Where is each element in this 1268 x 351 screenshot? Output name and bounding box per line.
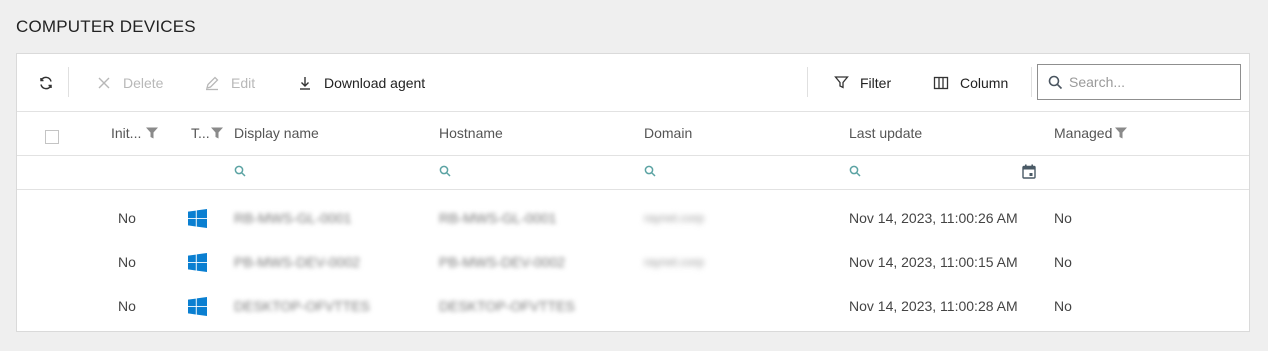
calendar-icon[interactable] [1022, 164, 1036, 179]
download-agent-button[interactable]: Download agent [296, 54, 425, 111]
last-update-cell: Nov 14, 2023, 11:00:26 AM [849, 210, 1018, 226]
last-update-cell: Nov 14, 2023, 11:00:15 AM [849, 254, 1018, 270]
hostname-cell: PB-MWS-DEV-0002 [439, 254, 566, 270]
init-cell: No [118, 298, 136, 314]
windows-icon [188, 196, 207, 240]
edit-label: Edit [231, 74, 256, 91]
filter-icon[interactable] [210, 126, 224, 140]
edit-button[interactable]: Edit [203, 54, 255, 111]
refresh-icon [37, 74, 55, 92]
download-icon [296, 74, 314, 92]
search-icon[interactable] [234, 165, 246, 177]
column-header-managed[interactable]: Managed [1054, 111, 1128, 155]
managed-cell: No [1054, 298, 1072, 314]
table-row[interactable]: No RB-MWS-GL-0001 RB-MWS-GL-0001 raynet.… [17, 196, 1249, 240]
columns-icon [932, 74, 950, 92]
column-button[interactable]: Column [932, 54, 1008, 111]
toolbar: Delete Edit Download agent Filter Column… [17, 54, 1249, 112]
column-header-label: Last update [849, 125, 923, 141]
column-header-type[interactable]: T... [191, 111, 224, 155]
hostname-cell: RB-MWS-GL-0001 [439, 210, 557, 226]
domain-cell: raynet.corp [644, 211, 705, 225]
filter-icon[interactable] [145, 126, 159, 140]
search-icon[interactable] [439, 165, 451, 177]
init-cell: No [118, 254, 136, 270]
column-header-label: Init... [111, 125, 142, 141]
column-filter-row [17, 155, 1249, 190]
managed-cell: No [1054, 254, 1072, 270]
toolbar-divider [1031, 67, 1032, 97]
column-header-label: Managed [1054, 125, 1113, 141]
pencil-icon [203, 74, 221, 92]
hostname-cell: DESKTOP-OFVTTES [439, 298, 575, 314]
search-icon[interactable] [849, 165, 861, 177]
display-name-cell: DESKTOP-OFVTTES [234, 298, 370, 314]
display-name-cell: PB-MWS-DEV-0002 [234, 254, 361, 270]
init-cell: No [118, 210, 136, 226]
table-row[interactable]: No DESKTOP-OFVTTES DESKTOP-OFVTTES Nov 1… [17, 284, 1249, 328]
search-icon [1048, 75, 1063, 90]
devices-panel: Delete Edit Download agent Filter Column… [16, 53, 1250, 332]
windows-icon [188, 240, 207, 284]
column-header-init[interactable]: Init... [111, 111, 159, 155]
search-icon[interactable] [644, 165, 656, 177]
display-name-cell: RB-MWS-GL-0001 [234, 210, 352, 226]
column-header-hostname[interactable]: Hostname [439, 111, 503, 155]
toolbar-divider [807, 67, 808, 97]
toolbar-divider [68, 67, 69, 97]
filter-button[interactable]: Filter [832, 54, 891, 111]
search-input[interactable] [1069, 74, 1229, 90]
filter-icon [832, 74, 850, 92]
windows-icon [188, 284, 207, 328]
search-box[interactable] [1037, 64, 1241, 100]
table-row[interactable]: No PB-MWS-DEV-0002 PB-MWS-DEV-0002 rayne… [17, 240, 1249, 284]
last-update-cell: Nov 14, 2023, 11:00:28 AM [849, 298, 1018, 314]
domain-cell: raynet.corp [644, 255, 705, 269]
download-agent-label: Download agent [324, 74, 426, 91]
select-all-checkbox[interactable] [45, 130, 59, 144]
managed-cell: No [1054, 210, 1072, 226]
column-header-label: T... [191, 125, 210, 141]
delete-button[interactable]: Delete [95, 54, 163, 111]
column-header-label: Display name [234, 125, 319, 141]
delete-label: Delete [123, 74, 164, 91]
filter-icon[interactable] [1114, 126, 1128, 140]
column-header-display-name[interactable]: Display name [234, 111, 319, 155]
page-title: COMPUTER DEVICES [16, 17, 196, 36]
table-header: Init... T... Display name Hostname Domai… [17, 111, 1249, 156]
filter-label: Filter [860, 74, 892, 91]
column-header-last-update[interactable]: Last update [849, 111, 922, 155]
refresh-button[interactable] [37, 54, 55, 111]
column-header-domain[interactable]: Domain [644, 111, 692, 155]
column-header-label: Hostname [439, 125, 503, 141]
close-icon [95, 74, 113, 92]
column-label: Column [960, 74, 1009, 91]
column-header-label: Domain [644, 125, 693, 141]
